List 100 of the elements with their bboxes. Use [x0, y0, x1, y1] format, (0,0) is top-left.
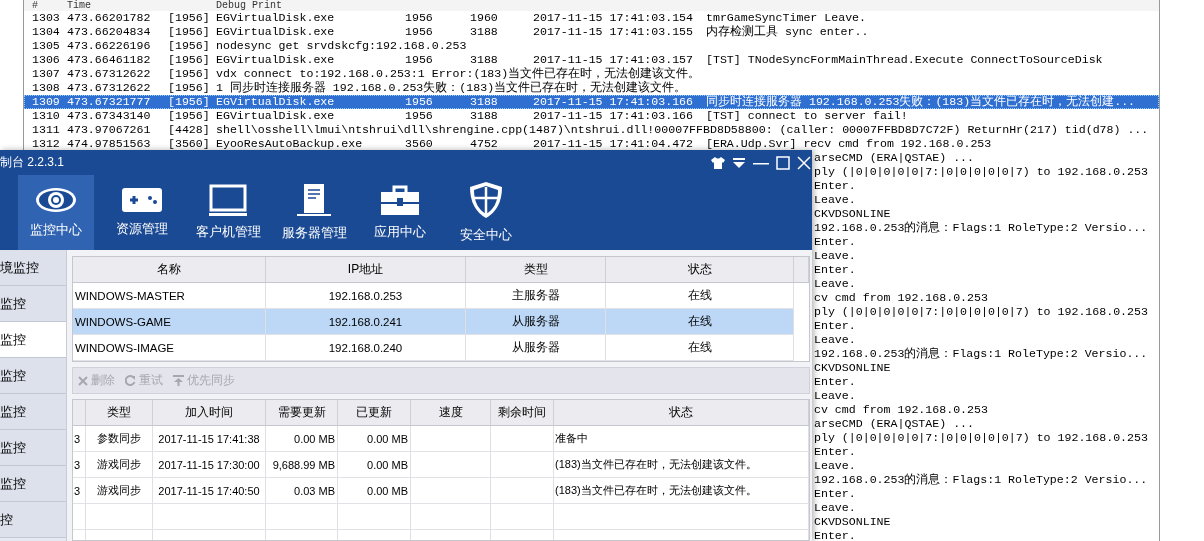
table-cell: 在线: [606, 283, 794, 308]
log-message: CKVDSONLINE: [814, 361, 891, 374]
log-text: 1960: [470, 11, 499, 25]
table-cell: WINDOWS-GAME: [73, 309, 266, 334]
log-message: Enter.: [814, 235, 856, 248]
sidebar-item[interactable]: 监控: [0, 430, 66, 466]
column-header: 状态: [554, 400, 809, 425]
table-cell: 3: [73, 478, 86, 503]
maximize-icon[interactable]: [776, 155, 790, 170]
log-text: [4428]: [168, 123, 211, 137]
log-text: 3188: [470, 25, 499, 39]
log-message: ply (|0|0|0|0|0|7:|0|0|0|0|0|7) to 192.168.0.253: [814, 431, 1148, 444]
close-icon[interactable]: [797, 155, 811, 170]
sidebar-item[interactable]: 监控: [0, 466, 66, 502]
column-header: 状态: [606, 257, 794, 282]
log-text: EGVirtualDisk.exe: [216, 25, 336, 39]
sidebar-item[interactable]: 监控: [0, 394, 66, 430]
log-message: Enter.: [814, 179, 856, 192]
log-text: [1956]: [168, 53, 211, 67]
log-time: 473.66226196: [67, 39, 152, 53]
log-row[interactable]: 1310 473.67343140 [1956] EGVirtualDisk.exe 1956 3188 2017-11-15 17:41:03.166 [TST] connect to server fail!: [24, 109, 1159, 123]
nav-tab[interactable]: 安全中心: [448, 175, 524, 250]
log-message: [TST] TNodeSyncFormMainThread.Execute ConnectToSourceDisk: [706, 53, 1104, 67]
row-number: 1309: [32, 95, 61, 109]
row-number: 1310: [32, 109, 61, 123]
log-message: ply (|0|0|0|0|0|7:|0|0|0|0|0|7) to 192.168.0.253: [814, 305, 1148, 318]
log-text: [1956]: [168, 25, 211, 39]
sidebar-item[interactable]: 监控: [0, 322, 66, 358]
table-row[interactable]: WINDOWS-GAME 192.168.0.241 从服务器 在线: [73, 309, 794, 335]
log-text: 4752: [470, 137, 499, 151]
log-timestamp: 2017-11-15 17:41:03.166: [533, 95, 695, 109]
log-message: tmrGameSyncTimer Leave.: [706, 11, 868, 25]
column-header: Time: [67, 0, 92, 11]
log-row[interactable]: 1307 473.67312622 [1956] vdx connect to:192.168.0.253:1 Error:(183)当文件已存在时，无法创建该文件。: [24, 67, 1159, 81]
log-text: [1956]: [168, 95, 211, 109]
row-number: 1311: [32, 123, 61, 137]
column-header: 需要更新: [266, 400, 338, 425]
table-cell: 3: [73, 426, 86, 451]
log-message: Leave.: [814, 249, 856, 262]
nav-tab[interactable]: 资源管理: [104, 175, 180, 250]
priority-icon: [173, 375, 184, 386]
table-cell: WINDOWS-MASTER: [73, 283, 266, 308]
log-row[interactable]: 1308 473.67312622 [1956] 1 同步时连接服务器 192.168.0.253失败：(183)当文件已存在时，无法创建该文件。: [24, 81, 1159, 95]
caret-icon[interactable]: [732, 156, 746, 169]
log-message: shell\osshell\lmui\ntshrui\dll\shrengine.cpp(1487)\ntshrui.dll!00007FFBD8D58800: (caller: 00007FFBD8D7C72F) ReturnHr(217) tid(d78) ...: [216, 123, 1150, 137]
log-text: 1956: [405, 53, 434, 67]
log-message: 192.168.0.253的消息：Flags:1 RoleType:2 Versio...: [814, 347, 1148, 360]
log-message: Enter.: [814, 445, 856, 458]
nav-tab[interactable]: 监控中心: [18, 175, 94, 250]
toolbox-icon: [380, 184, 420, 216]
log-text: [1956]: [168, 67, 211, 81]
log-message: cv cmd from 192.168.0.253: [814, 291, 988, 304]
close-icon: [78, 375, 88, 386]
shirt-icon[interactable]: [711, 156, 725, 169]
table-cell: 192.168.0.240: [266, 335, 466, 360]
log-message: Leave.: [814, 459, 856, 472]
log-row[interactable]: 1309 473.67321777 [1956] EGVirtualDisk.exe 1956 3188 2017-11-15 17:41:03.166 同步时连接服务器 192.168.0.253失败：(183)当文件已存在时，无法创建...: [24, 95, 1159, 109]
log-text: EGVirtualDisk.exe: [216, 11, 336, 25]
table-cell: (183)当文件已存在时，无法创建该文件。: [554, 478, 809, 503]
log-row[interactable]: 1306 473.66461182 [1956] EGVirtualDisk.exe 1956 3188 2017-11-15 17:41:03.157 [TST] TNodeSyncFormMainThread.Execute ConnectToSourceDisk: [24, 53, 1159, 67]
log-row[interactable]: 1303 473.66201782 [1956] EGVirtualDisk.exe 1956 1960 2017-11-15 17:41:03.154 tmrGameSyncTimer Leave.: [24, 11, 1159, 25]
log-row[interactable]: 1312 474.97851563 [3560] EyooResAutoBackup.exe 3560 4752 2017-11-15 17:41:04.472 [ERA.Udp.Svr] recv cmd from 192.168.0.253: [24, 137, 1159, 151]
table-cell: 准备中: [554, 426, 809, 451]
table-cell: 3: [73, 452, 86, 477]
table-cell: 0.00 MB: [338, 452, 411, 477]
nav-tab[interactable]: 服务器管理: [276, 175, 352, 250]
log-message: Enter.: [814, 263, 856, 276]
log-message: Enter.: [814, 487, 856, 500]
table-cell: 0.03 MB: [266, 478, 338, 503]
table-cell: 游戏同步: [86, 452, 153, 477]
table-cell: WINDOWS-IMAGE: [73, 335, 266, 360]
table-cell: 2017-11-15 17:40:50: [153, 478, 266, 503]
log-text: [1956]: [168, 81, 211, 95]
sidebar-item[interactable]: 境监控: [0, 250, 66, 286]
sidebar-item[interactable]: 监控: [0, 286, 66, 322]
row-number: 1312: [32, 137, 61, 151]
log-row[interactable]: 1305 473.66226196 [1956] nodesync get srvdskcfg:192.168.0.253: [24, 39, 1159, 53]
table-cell: 从服务器: [466, 309, 606, 334]
log-message: vdx connect to:192.168.0.253:1 Error:(183)当文件已存在时，无法创建该文件。: [216, 67, 702, 81]
table-cell: 192.168.0.241: [266, 309, 466, 334]
sidebar-item[interactable]: 监控: [0, 358, 66, 394]
log-row[interactable]: 1304 473.66204834 [1956] EGVirtualDisk.exe 1956 3188 2017-11-15 17:41:03.155 内存检测工具 sync enter..: [24, 25, 1159, 39]
column-header: #: [32, 0, 39, 11]
log-timestamp: 2017-11-15 17:41:03.155: [533, 25, 695, 39]
log-message: ply (|0|0|0|0|0|7:|0|0|0|0|0|7) to 192.168.0.253: [814, 165, 1148, 178]
log-time: 473.67312622: [67, 67, 152, 81]
refresh-icon: [125, 375, 136, 386]
table-cell: 游戏同步: [86, 478, 153, 503]
table-row[interactable]: WINDOWS-IMAGE 192.168.0.240 从服务器 在线: [73, 335, 794, 361]
log-text: 1956: [405, 11, 434, 25]
nav-tab[interactable]: 客户机管理: [190, 175, 266, 250]
log-text: [1956]: [168, 109, 211, 123]
nav-tab[interactable]: 应用中心: [362, 175, 438, 250]
log-text: 3188: [470, 109, 499, 123]
log-message: nodesync get srvdskcfg:192.168.0.253: [216, 39, 468, 53]
log-message: Leave.: [814, 389, 856, 402]
sidebar-item[interactable]: 控: [0, 502, 66, 538]
table-cell: 0.00 MB: [266, 426, 338, 451]
log-row[interactable]: 1311 473.97067261 [4428] shell\osshell\lmui\ntshrui\dll\shrengine.cpp(1487)\ntshrui.dll!00007FFBD8D58800: (caller: 00007FFBD8D7C72F) ReturnHr(217) tid(d78) ...: [24, 123, 1159, 137]
log-time: 473.67343140: [67, 109, 152, 123]
